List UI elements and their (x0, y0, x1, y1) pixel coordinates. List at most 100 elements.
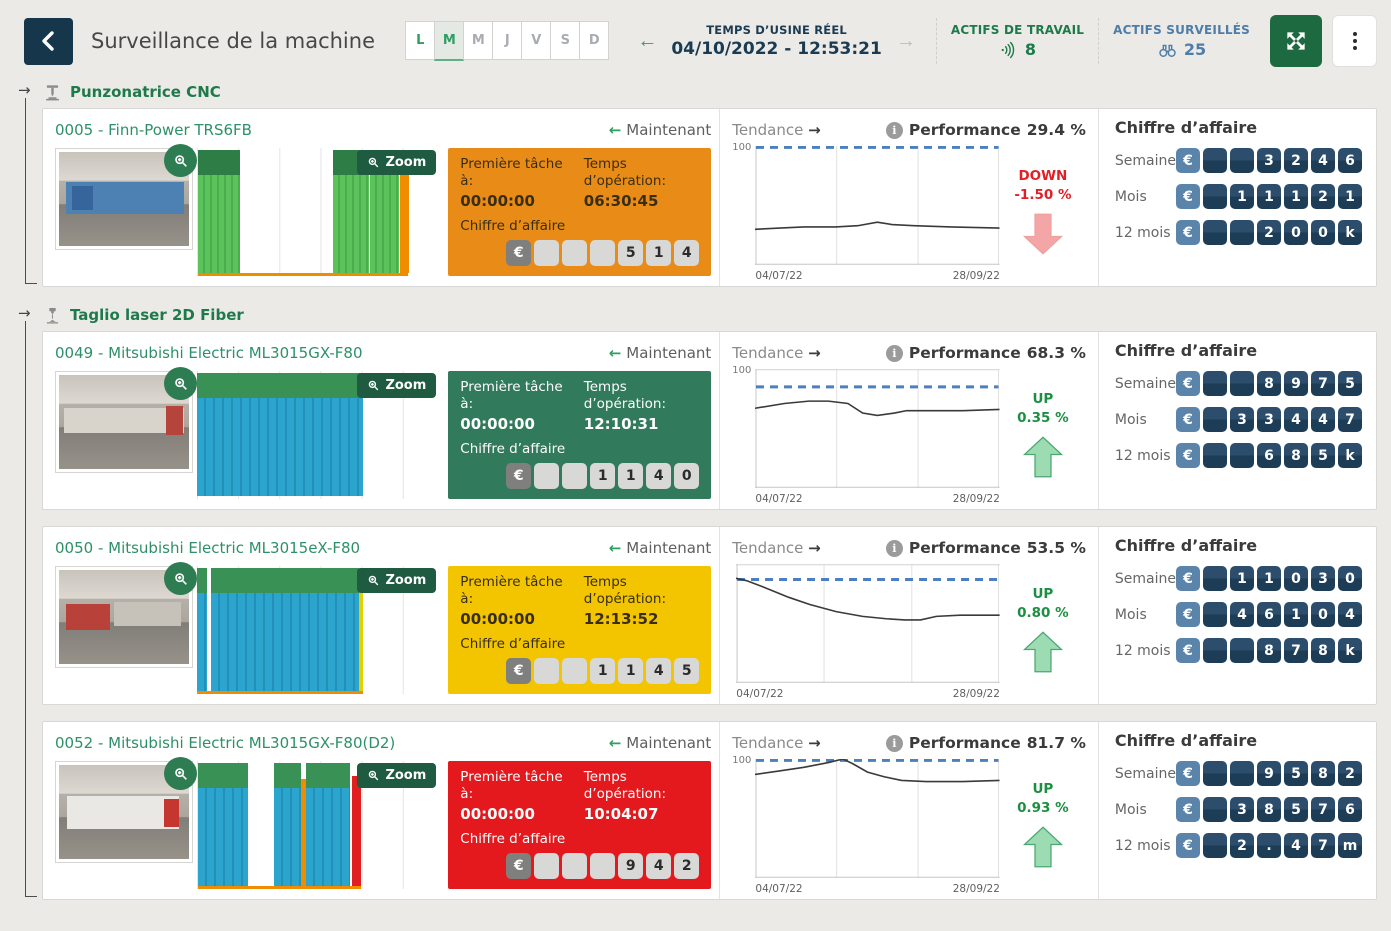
odometer-digit-cell: 7 (1311, 833, 1335, 858)
first-task-label: Première tâche à: (460, 379, 576, 413)
revenue-row-week: Semaine €11030 (1115, 566, 1362, 591)
odometer-euro-cell: € (1176, 761, 1200, 786)
photo-magnifier-icon[interactable] (164, 562, 197, 595)
revenue-title: Chiffre d’affaire (1115, 731, 1362, 750)
odometer-digit-cell: 4 (646, 853, 671, 879)
machine-photo[interactable] (55, 566, 193, 668)
day-selector-l-0[interactable]: L (405, 21, 435, 60)
timeline-segment-green (198, 150, 240, 273)
panel-revenue-odometer: €1145 (460, 658, 699, 684)
day-selector-v-4[interactable]: V (521, 21, 551, 60)
trend-delta: 0.93 % (1017, 800, 1069, 816)
revenue-row-12months: 12 mois €685k (1115, 443, 1362, 468)
trend-label: Tendance → (732, 344, 820, 362)
info-icon[interactable]: i (886, 735, 903, 752)
revenue-week-odometer: €9582 (1176, 761, 1362, 786)
odometer-digit-cell (1203, 220, 1227, 245)
odometer-digit-cell (1230, 443, 1254, 468)
zoom-button[interactable]: Zoom (357, 763, 436, 788)
operation-time-value: 12:10:31 (584, 415, 700, 433)
activity-timeline-chart: Zoom (197, 371, 444, 499)
photo-magnifier-icon[interactable] (164, 757, 197, 790)
machine-card: 0049 - Mitsubishi Electric ML3015GX-F80 … (42, 331, 1377, 510)
odometer-digit-cell: 1 (1230, 184, 1254, 209)
odometer-digit-cell: 2 (1284, 148, 1308, 173)
machine-photo[interactable] (55, 761, 193, 863)
odometer-digit-cell: 4 (1311, 407, 1335, 432)
first-task-value: 00:00:00 (460, 192, 576, 210)
day-selector-m-1[interactable]: M (434, 21, 464, 61)
machine-name-link[interactable]: 0049 - Mitsubishi Electric ML3015GX-F80 (55, 344, 363, 362)
day-selector-s-5[interactable]: S (550, 21, 580, 60)
performance-label: Performance (909, 734, 1021, 752)
machine-activity-pane: 0005 - Finn-Power TRS6FB ← Maintenant Zo… (43, 109, 719, 286)
performance-readout: i Performance 29.4 % (886, 121, 1086, 139)
x-axis-end-label: 28/09/22 (953, 270, 1000, 282)
now-indicator: ← Maintenant (609, 344, 711, 362)
day-selector-d-6[interactable]: D (579, 21, 609, 60)
magnifier-icon (367, 769, 380, 782)
machine-name-link[interactable]: 0052 - Mitsubishi Electric ML3015GX-F80(… (55, 734, 395, 752)
zoom-button[interactable]: Zoom (357, 150, 436, 175)
machine-name-link[interactable]: 0005 - Finn-Power TRS6FB (55, 121, 252, 139)
trend-label: Tendance → (732, 539, 820, 557)
section-title: Taglio laser 2D Fiber (70, 306, 244, 324)
header-separator (936, 18, 937, 64)
status-panel: Première tâche à: Temps d’opération: 00:… (448, 761, 711, 889)
info-icon[interactable]: i (886, 345, 903, 362)
odometer-digit-cell: 1 (590, 463, 615, 489)
machine-name-link[interactable]: 0050 - Mitsubishi Electric ML3015eX-F80 (55, 539, 360, 557)
previous-day-arrow[interactable]: ← (631, 30, 663, 53)
left-arrow-icon: ← (609, 121, 622, 139)
odometer-digit-cell (1203, 371, 1227, 396)
odometer-digit-cell (1230, 148, 1254, 173)
fullscreen-button[interactable] (1270, 15, 1322, 67)
first-task-value: 00:00:00 (460, 415, 576, 433)
day-selector-m-2[interactable]: M (463, 21, 493, 60)
info-icon[interactable]: i (886, 122, 903, 139)
machine-card: 0005 - Finn-Power TRS6FB ← Maintenant Zo… (42, 108, 1377, 287)
revenue-row-label: Semaine (1115, 571, 1176, 587)
odometer-digit-cell: m (1338, 833, 1362, 858)
odometer-digit-cell: 1 (590, 658, 615, 684)
performance-value: 81.7 % (1027, 734, 1086, 752)
now-indicator: ← Maintenant (609, 539, 711, 557)
revenue-row-12months: 12 mois €2.47m (1115, 833, 1362, 858)
odometer-digit-cell: 1 (1338, 184, 1362, 209)
machine-activity-pane: 0050 - Mitsubishi Electric ML3015eX-F80 … (43, 527, 719, 704)
x-axis-start-label: 04/07/22 (755, 493, 802, 505)
section-bracket (25, 98, 37, 284)
zoom-button[interactable]: Zoom (357, 373, 436, 398)
odometer-digit-cell: 8 (1311, 638, 1335, 663)
machine-activity-pane: 0049 - Mitsubishi Electric ML3015GX-F80 … (43, 332, 719, 509)
info-icon[interactable]: i (886, 540, 903, 557)
machine-photo[interactable] (55, 371, 193, 473)
revenue-pane: Chiffre d’affaire Semaine €9582 Mois €38… (1099, 722, 1376, 899)
back-button[interactable] (24, 18, 73, 65)
trend-direction: UP (1032, 781, 1053, 797)
first-task-label: Première tâche à: (460, 156, 576, 190)
zoom-button[interactable]: Zoom (357, 568, 436, 593)
day-selector-j-3[interactable]: J (492, 21, 522, 60)
timeline-segment-cap (274, 763, 301, 788)
left-arrow-icon: ← (609, 734, 622, 752)
odometer-digit-cell (1203, 833, 1227, 858)
odometer-digit-cell (1203, 566, 1227, 591)
odometer-digit-cell: 7 (1311, 371, 1335, 396)
odometer-digit-cell: 1 (1284, 184, 1308, 209)
photo-magnifier-icon[interactable] (164, 367, 197, 400)
odometer-digit-cell: 1 (618, 658, 643, 684)
revenue-month-odometer: €38576 (1176, 797, 1362, 822)
odometer-euro-cell: € (506, 463, 531, 489)
working-assets-value: 8 (1025, 40, 1036, 59)
more-options-button[interactable] (1332, 15, 1377, 67)
next-day-arrow[interactable]: → (890, 30, 922, 53)
trend-pane: Tendance → i Performance 29.4 % 100 04/0… (719, 109, 1099, 286)
timeline-segment-cyan (197, 373, 363, 496)
machine-photo[interactable] (55, 148, 193, 250)
now-label: Maintenant (626, 121, 711, 139)
right-arrow-icon: → (808, 121, 821, 139)
photo-magnifier-icon[interactable] (164, 144, 197, 177)
now-label: Maintenant (626, 539, 711, 557)
revenue-week-odometer: €8975 (1176, 371, 1362, 396)
